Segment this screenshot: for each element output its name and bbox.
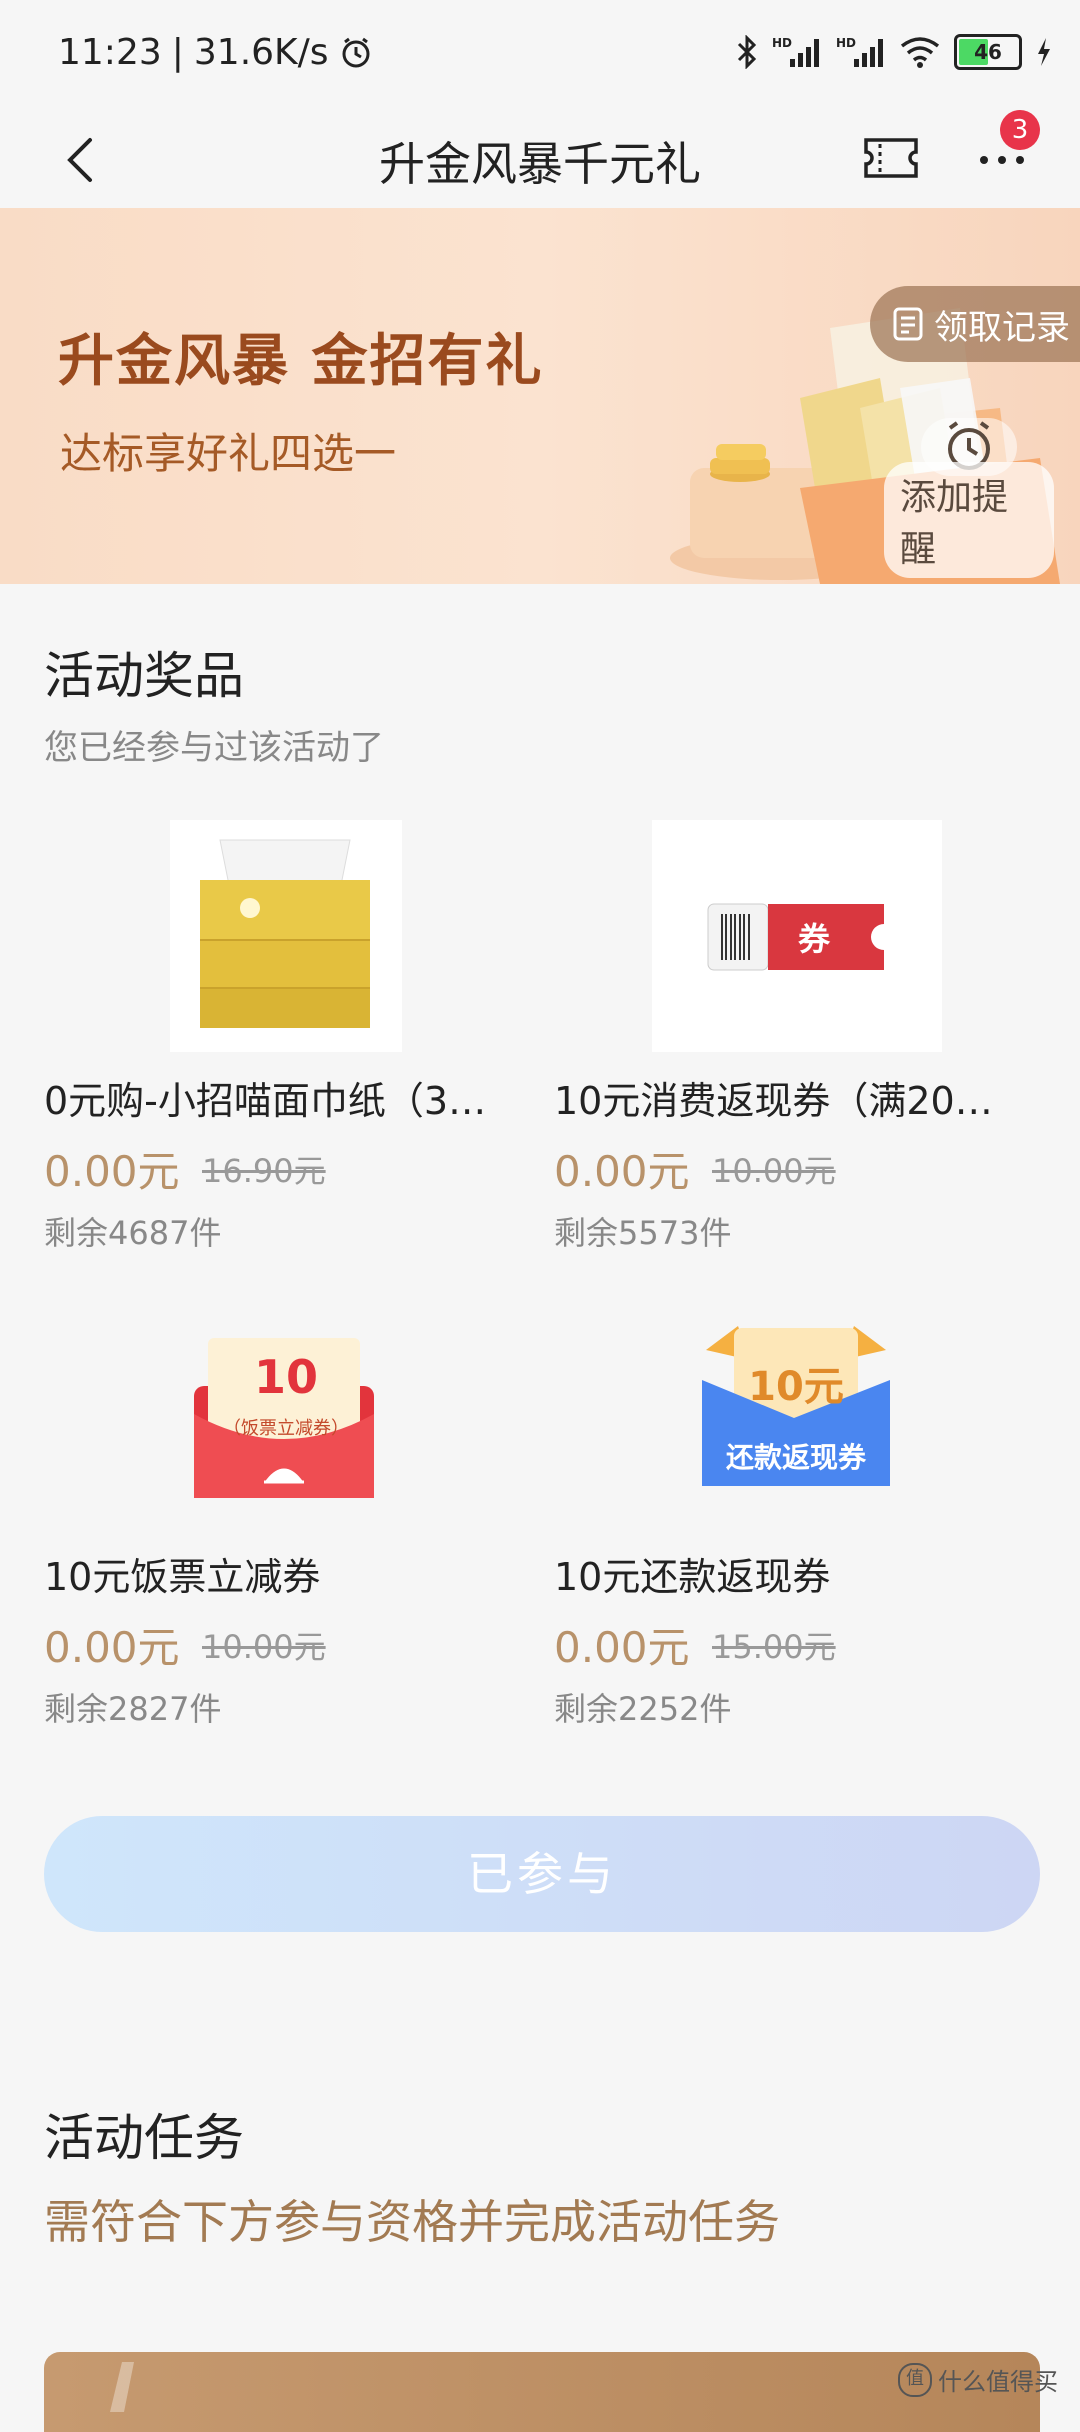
prize-name: 0元购-小招喵面巾纸（3… xyxy=(44,1079,487,1123)
status-right: HD HD 46 xyxy=(736,34,1052,70)
prize-original-price: 10.00元 xyxy=(712,1152,836,1190)
status-time: 11:23 xyxy=(58,32,162,73)
prize-original-price: 16.90元 xyxy=(202,1152,326,1190)
charging-icon xyxy=(1038,38,1050,66)
status-net-speed: 31.6K/s xyxy=(193,32,329,73)
add-reminder-button[interactable]: 添加提醒 xyxy=(884,418,1054,578)
signal-icon-2: HD xyxy=(836,36,883,67)
claim-record-label: 领取记录 xyxy=(934,307,1070,348)
status-left: 11:23 | 31.6K/s xyxy=(58,32,373,73)
task-card[interactable] xyxy=(44,2352,1040,2432)
signal-icon: HD xyxy=(772,36,819,67)
wifi-icon xyxy=(900,37,940,68)
repayment-voucher-label: 还款返现券 xyxy=(725,1441,866,1474)
nav-bar: 升金风暴千元礼 xyxy=(0,112,1080,208)
prize-price: 0.00元 xyxy=(44,1623,180,1672)
prize-name: 10元还款返现券 xyxy=(554,1555,831,1599)
svg-text:HD: HD xyxy=(836,36,856,50)
task-number-decoration xyxy=(110,2362,134,2412)
joined-button[interactable]: 已参与 xyxy=(44,1816,1040,1932)
prizes-section-title: 活动奖品 xyxy=(44,647,244,705)
add-reminder-label: 添加提醒 xyxy=(884,462,1054,578)
prize-name: 10元消费返现券（满20… xyxy=(554,1079,993,1123)
alarm-icon xyxy=(342,37,370,67)
banner-subtitle: 达标享好礼四选一 xyxy=(60,429,397,478)
bluetooth-icon xyxy=(737,35,757,69)
ticket-icon[interactable] xyxy=(862,132,920,184)
repayment-voucher-amount: 10元 xyxy=(748,1364,844,1410)
prize-price: 0.00元 xyxy=(554,1623,690,1672)
prize-stock: 剩余4687件 xyxy=(44,1214,222,1252)
banner-title: 升金风暴 金招有礼 xyxy=(58,329,544,394)
tasks-section-subtitle: 需符合下方参与资格并完成活动任务 xyxy=(44,2195,780,2249)
battery-indicator: 46 xyxy=(954,34,1022,70)
tissue-pack-image xyxy=(170,820,402,1052)
status-divider: | xyxy=(171,32,184,73)
meal-voucher-label: （饭票立减券） xyxy=(223,1418,349,1439)
claim-record-button[interactable]: 领取记录 xyxy=(870,286,1080,362)
battery-level: 46 xyxy=(974,40,1002,64)
prize-stock: 剩余2827件 xyxy=(44,1690,222,1728)
record-list-icon xyxy=(893,307,923,341)
watermark: 值 什么值得买 xyxy=(898,2362,1058,2397)
prize-original-price: 10.00元 xyxy=(202,1628,326,1666)
watermark-logo-icon: 值 xyxy=(898,2362,932,2397)
prizes-section-subtitle: 您已经参与过该活动了 xyxy=(44,728,384,768)
coupon-label: 券 xyxy=(797,920,830,958)
prize-price: 0.00元 xyxy=(554,1147,690,1196)
prize-original-price: 15.00元 xyxy=(712,1628,836,1666)
promo-banner: 升金风暴 金招有礼 达标享好礼四选一 领取记录 添加提醒 xyxy=(0,208,1080,584)
prize-price: 0.00元 xyxy=(44,1147,180,1196)
prize-stock: 剩余5573件 xyxy=(554,1214,732,1252)
watermark-text: 什么值得买 xyxy=(938,2368,1058,2396)
notification-badge: 3 xyxy=(1000,110,1040,150)
prize-name: 10元饭票立减券 xyxy=(44,1555,321,1599)
status-bar: 11:23 | 31.6K/s HD HD 46 xyxy=(0,0,1080,112)
tasks-section-title: 活动任务 xyxy=(44,2109,244,2167)
meal-voucher-amount: 10 xyxy=(254,1350,319,1404)
prize-stock: 剩余2252件 xyxy=(554,1690,732,1728)
svg-text:HD: HD xyxy=(772,36,792,50)
